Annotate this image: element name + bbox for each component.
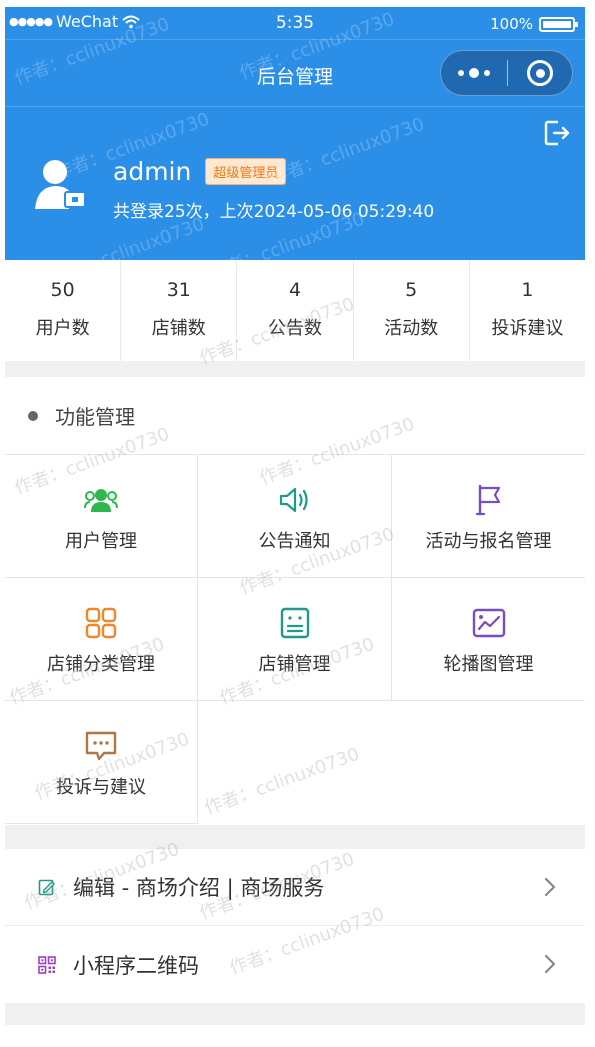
grid-empty-cell [392, 701, 585, 824]
stat-value: 1 [521, 279, 534, 301]
logout-icon[interactable] [542, 118, 572, 148]
chevron-right-icon [544, 877, 556, 897]
function-shop-manage[interactable]: 店铺管理 [198, 578, 392, 701]
bottom-section [5, 1025, 585, 1047]
chat-icon [85, 731, 117, 761]
role-badge: 超级管理员 [205, 158, 287, 185]
edit-icon [38, 879, 55, 896]
miniprogram-capsule [440, 50, 573, 96]
status-right: 100% [490, 15, 578, 33]
function-notice[interactable]: 公告通知 [198, 455, 392, 578]
stat-label: 用户数 [35, 318, 90, 339]
grid-icon [85, 607, 117, 639]
chevron-right-icon [544, 954, 556, 974]
stat-activities[interactable]: 5 活动数 [354, 260, 470, 361]
function-label: 投诉与建议 [56, 777, 146, 798]
function-label: 用户管理 [65, 531, 137, 552]
login-info: 共登录25次，上次2024-05-06 05:29:40 [113, 202, 435, 222]
link-label: 小程序二维码 [73, 953, 199, 978]
stat-label: 公告数 [268, 318, 322, 339]
more-dot-icon [469, 68, 479, 78]
more-dot-icon [458, 70, 464, 76]
function-label: 活动与报名管理 [425, 531, 552, 552]
close-miniprogram-button[interactable] [508, 60, 572, 86]
user-name-row: admin 超级管理员 [113, 157, 287, 186]
bullet-dot-icon [28, 410, 38, 421]
flag-icon [475, 484, 500, 516]
function-header: 功能管理 [5, 377, 585, 455]
function-grid: 用户管理 公告通知 活动与报名管理 店铺分类管理 店铺管理 轮播图管理 投诉与建… [5, 455, 585, 824]
stat-notices[interactable]: 4 公告数 [237, 260, 354, 361]
function-label: 公告通知 [258, 531, 331, 552]
list-box-icon [280, 607, 309, 639]
stat-label: 店铺数 [151, 318, 206, 339]
stat-complaints[interactable]: 1 投诉建议 [470, 260, 585, 361]
function-banner[interactable]: 轮播图管理 [392, 578, 585, 701]
stats-bar: 50 用户数 31 店铺数 4 公告数 5 活动数 1 投诉建议 [5, 260, 585, 361]
function-panel: 功能管理 用户管理 公告通知 活动与报名管理 店铺分类管理 店铺管理 轮播图管理… [5, 377, 585, 825]
function-label: 轮播图管理 [443, 654, 534, 675]
profile-header: admin 超级管理员 共登录25次，上次2024-05-06 05:29:40 [5, 107, 585, 260]
status-bar: ●●●●● WeChat 5:35 100% [5, 7, 585, 39]
stat-users[interactable]: 50 用户数 [5, 260, 122, 361]
stat-value: 31 [166, 279, 191, 301]
target-icon [527, 60, 553, 86]
qrcode-icon [38, 955, 56, 974]
function-activity[interactable]: 活动与报名管理 [392, 455, 585, 578]
function-label: 店铺分类管理 [47, 654, 155, 675]
battery-icon [539, 16, 578, 32]
more-dot-icon [484, 70, 490, 76]
more-button[interactable] [441, 68, 507, 78]
image-chart-icon [472, 608, 505, 638]
edit-mall-intro-link[interactable]: 编辑 - 商场介绍 | 商场服务 [5, 849, 585, 926]
admin-avatar-icon [35, 160, 86, 209]
link-label: 编辑 - 商场介绍 | 商场服务 [73, 876, 325, 900]
speaker-icon [279, 487, 308, 513]
qrcode-link[interactable]: 小程序二维码 [5, 926, 585, 1003]
users-icon [84, 489, 118, 512]
function-title: 功能管理 [55, 405, 135, 429]
function-label: 店铺管理 [258, 654, 331, 675]
grid-empty-cell [198, 701, 392, 824]
link-list: 编辑 - 商场介绍 | 商场服务 小程序二维码 [5, 849, 585, 1003]
function-complaints[interactable]: 投诉与建议 [5, 701, 198, 824]
stat-value: 4 [288, 279, 302, 301]
battery-percent: 100% [490, 15, 533, 33]
app-frame: ●●●●● WeChat 5:35 100% 后台管理 admin 超级管理员 … [5, 7, 585, 1047]
stat-label: 投诉建议 [491, 318, 564, 339]
username: admin [113, 157, 192, 186]
stat-shops[interactable]: 31 店铺数 [121, 260, 238, 361]
nav-bar: 后台管理 [5, 39, 585, 107]
function-shop-category[interactable]: 店铺分类管理 [5, 578, 198, 701]
stat-value: 5 [405, 279, 418, 301]
stat-label: 活动数 [384, 318, 439, 339]
stat-value: 50 [50, 279, 75, 301]
function-user-manage[interactable]: 用户管理 [5, 455, 198, 578]
